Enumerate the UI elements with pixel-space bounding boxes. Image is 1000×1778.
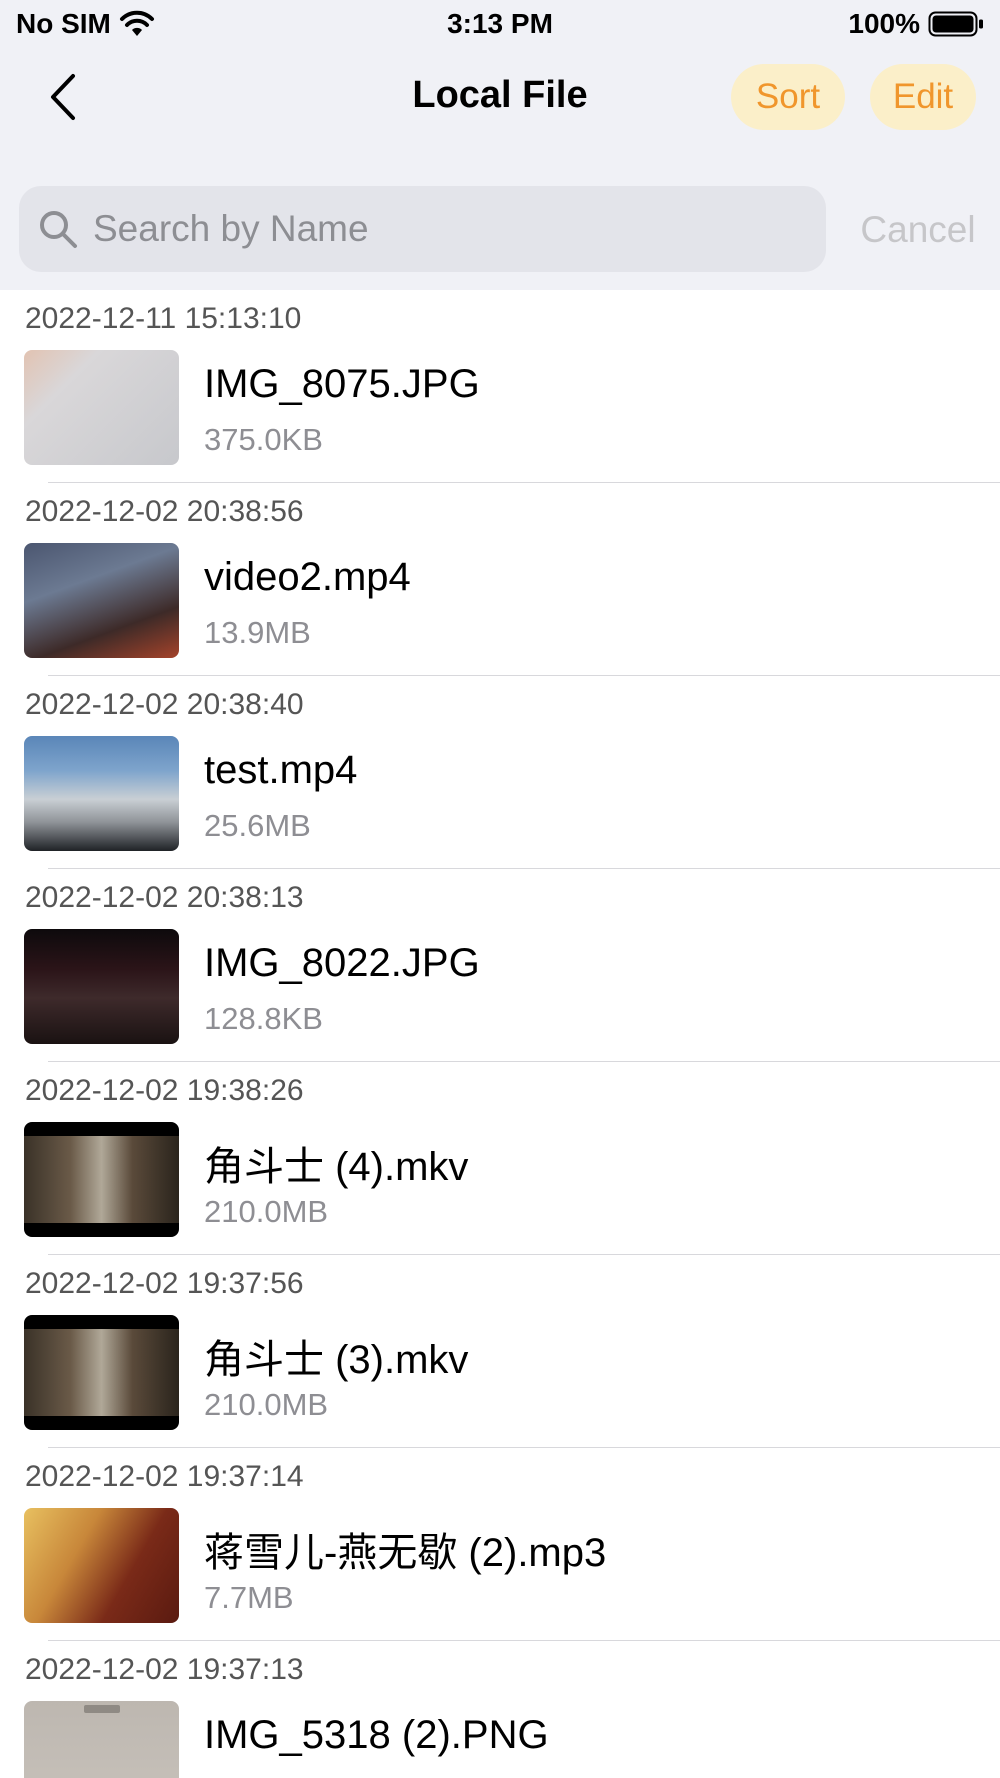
thumbnail xyxy=(24,350,179,465)
list-item[interactable]: 2022-12-02 20:38:56 video2.mp4 13.9MB xyxy=(0,483,1000,676)
item-name: IMG_8075.JPG xyxy=(204,362,480,406)
thumb-bar xyxy=(84,1705,120,1713)
item-name: IMG_8022.JPG xyxy=(204,941,480,985)
item-name: 角斗士 (3).mkv xyxy=(204,1338,469,1382)
sort-button[interactable]: Sort xyxy=(731,64,845,130)
search-box[interactable] xyxy=(19,186,826,272)
cancel-button[interactable]: Cancel xyxy=(848,200,988,260)
battery-icon xyxy=(928,11,983,37)
status-bar: No SIM 3:13 PM 100% xyxy=(0,0,1000,50)
item-size: 375.0KB xyxy=(204,422,323,457)
film-scene xyxy=(24,1329,179,1416)
list-item[interactable]: 2022-12-02 20:38:40 test.mp4 25.6MB xyxy=(0,676,1000,869)
item-date: 2022-12-02 19:37:13 xyxy=(25,1653,304,1686)
file-list: 2022-12-11 15:13:10 IMG_8075.JPG 375.0KB… xyxy=(0,290,1000,1778)
list-item[interactable]: 2022-12-02 19:37:56 角斗士 (3).mkv 210.0MB xyxy=(0,1255,1000,1448)
item-name: IMG_5318 (2).PNG xyxy=(204,1713,549,1757)
list-item[interactable]: 2022-12-02 20:38:13 IMG_8022.JPG 128.8KB xyxy=(0,869,1000,1062)
item-date: 2022-12-02 19:38:26 xyxy=(25,1074,304,1107)
item-name: video2.mp4 xyxy=(204,555,411,599)
item-size: 210.0MB xyxy=(204,1387,329,1422)
list-item[interactable]: 2022-12-02 19:37:13 IMG_5318 (2).PNG xyxy=(0,1641,1000,1778)
battery-percent: 100% xyxy=(848,8,920,39)
search-input[interactable] xyxy=(93,199,826,259)
thumbnail xyxy=(24,1315,179,1430)
film-scene xyxy=(24,1136,179,1223)
item-date: 2022-12-02 20:38:56 xyxy=(25,495,304,528)
item-name: 角斗士 (4).mkv xyxy=(204,1145,469,1189)
item-name: test.mp4 xyxy=(204,748,358,792)
item-date: 2022-12-02 20:38:13 xyxy=(25,881,304,914)
edit-button[interactable]: Edit xyxy=(870,64,976,130)
item-size: 7.7MB xyxy=(204,1580,294,1615)
nav-bar: Local File Sort Edit xyxy=(0,50,1000,145)
thumbnail xyxy=(24,543,179,658)
thumbnail xyxy=(24,1701,179,1778)
search-icon xyxy=(40,211,77,248)
item-size: 13.9MB xyxy=(204,615,311,650)
thumbnail xyxy=(24,736,179,851)
item-size: 128.8KB xyxy=(204,1001,323,1036)
thumbnail xyxy=(24,929,179,1044)
thumbnail xyxy=(24,1508,179,1623)
item-size: 25.6MB xyxy=(204,808,311,843)
item-date: 2022-12-02 19:37:14 xyxy=(25,1460,304,1493)
item-date: 2022-12-02 19:37:56 xyxy=(25,1267,304,1300)
item-date: 2022-12-11 15:13:10 xyxy=(25,302,302,335)
status-right: 100% xyxy=(848,8,984,40)
thumbnail xyxy=(24,1122,179,1237)
list-item[interactable]: 2022-12-11 15:13:10 IMG_8075.JPG 375.0KB xyxy=(0,290,1000,483)
item-size: 210.0MB xyxy=(204,1194,329,1229)
local-file-screen: No SIM 3:13 PM 100% Local File Sort Edit… xyxy=(0,0,1000,1778)
item-date: 2022-12-02 20:38:40 xyxy=(25,688,304,721)
item-name: 蒋雪儿-燕无歇 (2).mp3 xyxy=(204,1531,607,1575)
page-title: Local File xyxy=(412,74,588,116)
list-item[interactable]: 2022-12-02 19:38:26 角斗士 (4).mkv 210.0MB xyxy=(0,1062,1000,1255)
list-item[interactable]: 2022-12-02 19:37:14 蒋雪儿-燕无歇 (2).mp3 7.7M… xyxy=(0,1448,1000,1641)
